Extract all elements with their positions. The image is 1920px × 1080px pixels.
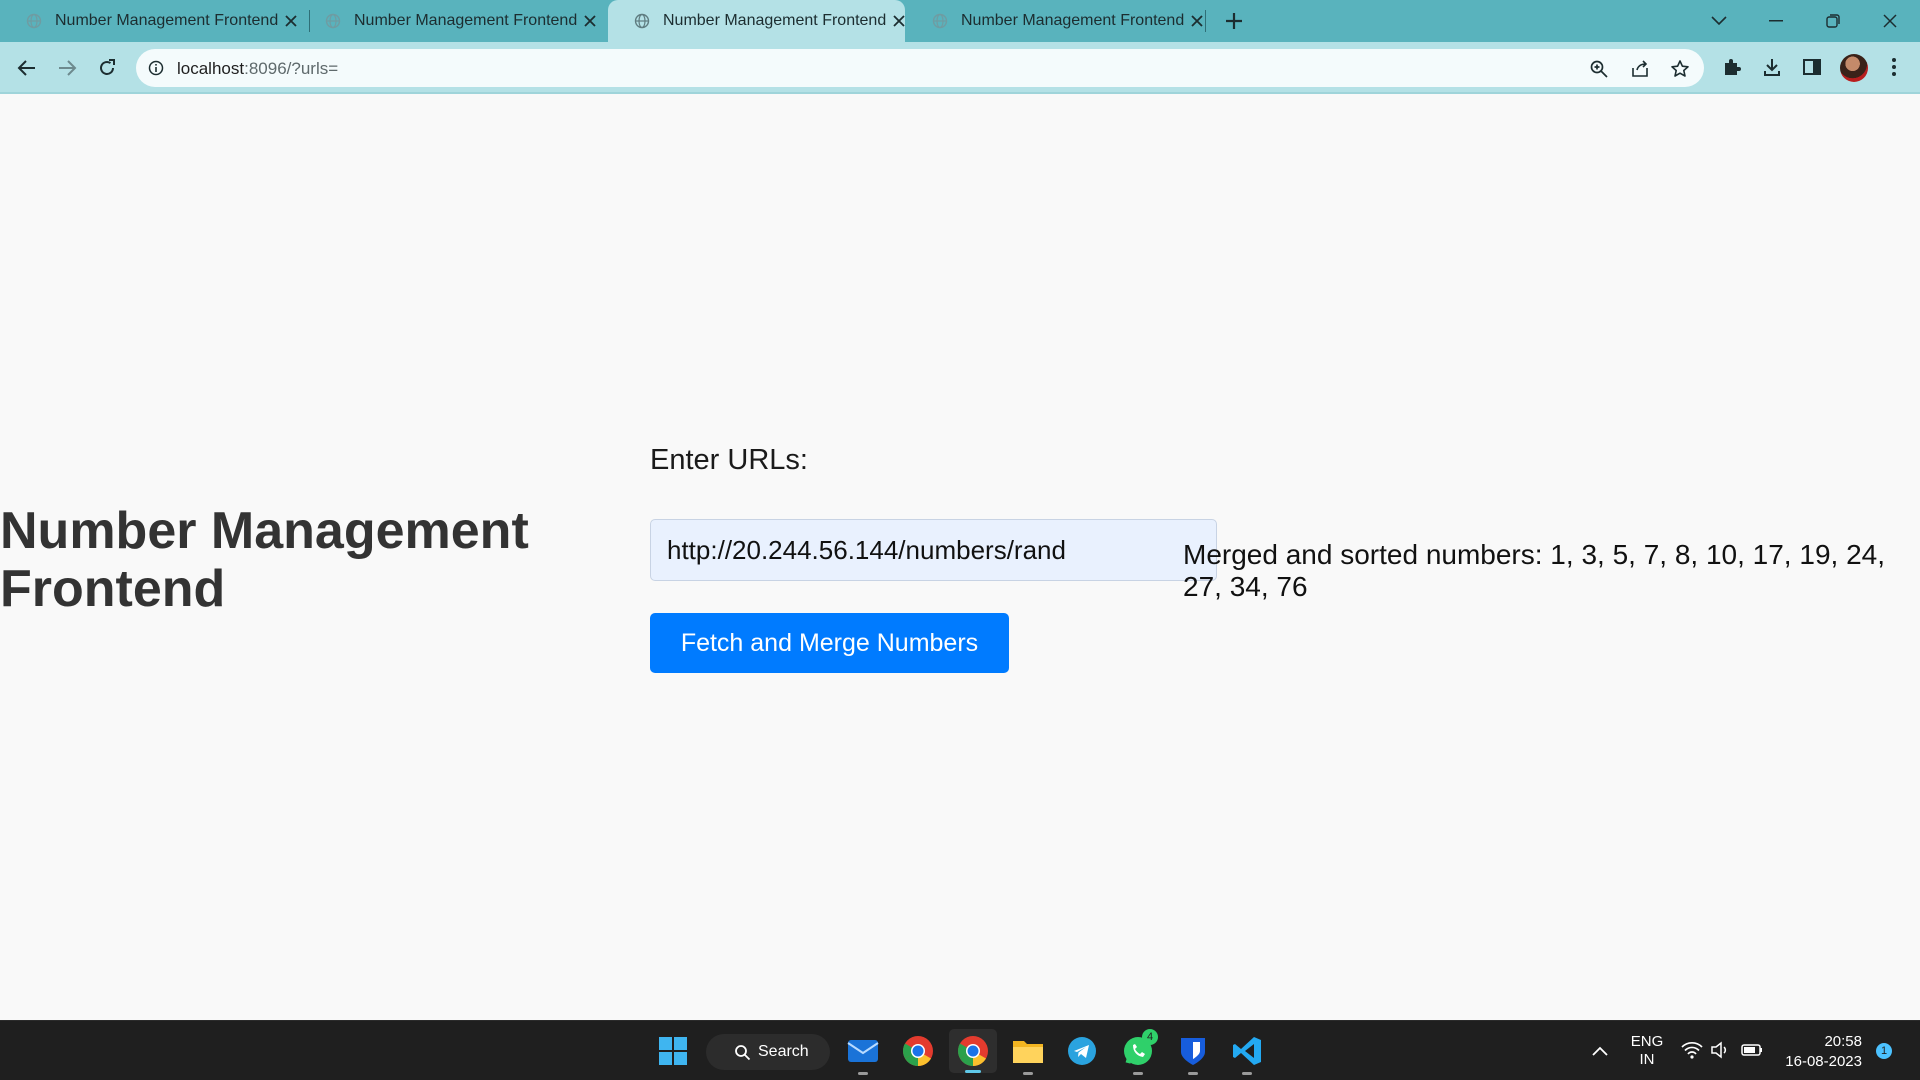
page-content: Number Management Frontend Enter URLs: h… [0,96,1920,1020]
forward-icon[interactable] [53,54,81,82]
tab-4[interactable]: Number Management Frontend [906,0,1203,42]
bitwarden-icon[interactable] [1175,1033,1211,1075]
whatsapp-icon[interactable]: 4 [1120,1029,1158,1075]
address-bar[interactable]: localhost:8096/?urls= [136,49,1704,87]
battery-icon[interactable] [1741,1042,1763,1063]
globe-icon [325,13,341,29]
running-indicator [1242,1072,1252,1075]
globe-icon [26,13,42,29]
close-window-icon[interactable] [1877,8,1903,34]
share-icon[interactable] [1630,59,1650,79]
close-tab-icon[interactable] [579,10,601,32]
tab-search-icon[interactable] [1706,8,1732,34]
running-indicator [858,1072,868,1075]
bookmark-star-icon[interactable] [1670,59,1690,79]
running-indicator [1188,1072,1198,1075]
url-host: localhost [177,59,245,78]
running-indicator [1133,1072,1143,1075]
volume-icon[interactable] [1710,1041,1730,1064]
start-icon[interactable] [655,1033,691,1069]
tab-strip: Number Management Frontend Number Manage… [0,0,1920,42]
globe-icon [932,13,948,29]
avatar[interactable] [1840,54,1868,82]
language-line2: IN [1639,1051,1655,1068]
file-explorer-icon[interactable] [1010,1033,1046,1075]
notification-badge[interactable]: 1 [1876,1043,1892,1059]
wifi-icon[interactable] [1681,1041,1703,1064]
search-label: Search [758,1043,809,1060]
extensions-icon[interactable] [1720,55,1744,79]
page-title: Number Management Frontend [0,502,529,618]
url-input[interactable]: http://20.244.56.144/numbers/rand [650,519,1217,581]
tab-title: Number Management Frontend [354,12,578,29]
chrome-profile-icon[interactable] [949,1029,997,1073]
tab-3-active[interactable]: Number Management Frontend [608,0,905,42]
minimize-icon[interactable] [1763,8,1789,34]
result-text: Merged and sorted numbers: 1, 3, 5, 7, 8… [1183,539,1885,602]
tab-title: Number Management Frontend [663,12,887,29]
url-path: :8096/?urls= [244,59,339,78]
globe-icon [634,13,650,29]
language-indicator[interactable]: ENG IN [1626,1033,1668,1069]
taskbar-search[interactable]: Search [706,1034,830,1070]
url-text: localhost:8096/?urls= [177,59,338,79]
language-line1: ENG [1630,1033,1664,1050]
side-panel-icon[interactable] [1800,55,1824,79]
mail-icon[interactable] [845,1033,881,1075]
reload-icon[interactable] [93,54,121,82]
browser-toolbar: localhost:8096/?urls= [0,42,1920,94]
chrome-icon[interactable] [900,1033,936,1069]
download-icon[interactable] [1760,55,1784,79]
search-icon [735,1045,751,1061]
telegram-icon[interactable] [1064,1033,1100,1069]
chevron-up-icon[interactable] [1582,1033,1618,1069]
date: 16-08-2023 [1785,1053,1862,1070]
running-indicator [1023,1072,1033,1075]
fetch-merge-button[interactable]: Fetch and Merge Numbers [650,613,1009,673]
tab-separator [1205,10,1206,32]
site-info-icon[interactable] [148,60,164,76]
tab-2[interactable]: Number Management Frontend [299,0,596,42]
back-icon[interactable] [13,54,41,82]
vscode-icon[interactable] [1229,1033,1265,1075]
tab-1[interactable]: Number Management Frontend [0,0,297,42]
whatsapp-badge: 4 [1142,1029,1158,1045]
url-label: Enter URLs: [650,444,808,476]
menu-icon[interactable] [1882,55,1906,79]
tab-title: Number Management Frontend [961,12,1185,29]
taskbar: Search 4 ENG IN 20:58 16-08-2023 1 [0,1020,1920,1080]
zoom-icon[interactable] [1589,59,1609,79]
running-indicator [965,1070,981,1073]
clock[interactable]: 20:58 16-08-2023 [1780,1032,1862,1072]
restore-icon[interactable] [1820,8,1846,34]
new-tab-icon[interactable] [1222,9,1246,33]
tab-title: Number Management Frontend [55,12,279,29]
time: 20:58 [1824,1033,1862,1050]
